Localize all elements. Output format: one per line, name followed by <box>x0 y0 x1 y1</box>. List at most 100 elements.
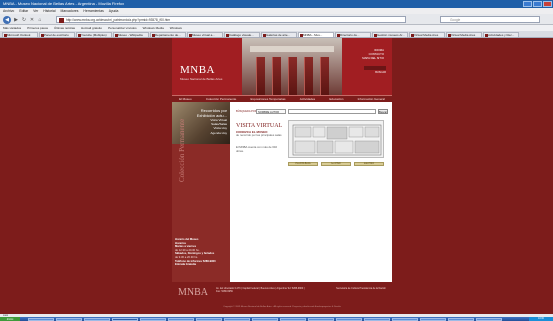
site-favicon-icon <box>59 18 64 23</box>
footer-sponsor: Secretaría de Cultura Presidencia de la … <box>336 287 386 290</box>
tab-label: Directorio de... <box>340 33 360 37</box>
tab-favicon-icon <box>447 34 451 37</box>
taskbar-item[interactable] <box>28 317 54 321</box>
taskbar-item[interactable] <box>224 317 250 321</box>
tab-strip: Microsoft Outlook Panel de escritorio Yo… <box>0 31 553 38</box>
search-type-select[interactable]: NOMBRE AUTOR <box>256 109 286 114</box>
taskbar-item[interactable] <box>252 317 278 321</box>
taskbar-item[interactable] <box>196 317 222 321</box>
taskbar-item[interactable] <box>476 317 502 321</box>
maximize-button[interactable] <box>533 1 542 7</box>
taskbar-item[interactable] <box>168 317 194 321</box>
window-titlebar[interactable]: MNBA - Museo Nacional de Bellas Artes - … <box>0 0 553 8</box>
url-text: http://www.mnba.org.ar/descubri_patrimon… <box>66 18 171 22</box>
taskbar-item[interactable] <box>308 317 334 321</box>
floor-plan-map[interactable] <box>288 120 384 158</box>
tab-label: Museo virtual a... <box>192 33 215 37</box>
close-button[interactable] <box>543 1 552 7</box>
header-search-label[interactable]: BUSCAR <box>375 71 386 74</box>
header-links: IDIOMA CONTACTO MAPA DEL SITIO <box>362 48 384 60</box>
footer-address: Av. del Libertador 1473 | Capital Federa… <box>216 287 305 294</box>
system-clock: 10:00 <box>529 317 553 321</box>
stop-icon[interactable]: ✕ <box>29 17 35 23</box>
nav-el-museo[interactable]: El Museo <box>179 97 192 101</box>
site-container: MNBA Museo Nacional de Bellas Artes IDIO… <box>172 38 392 314</box>
nav-exposiciones[interactable]: Exposiciones Temporarias <box>251 97 286 101</box>
tab-favicon-icon <box>188 34 192 37</box>
nav-educacion[interactable]: Educación <box>329 97 343 101</box>
footer-copyright: Copyright © 2009 Museo Nacional de Bella… <box>223 306 341 308</box>
taskbar-item[interactable] <box>140 317 166 321</box>
intro-text-2: El MNBA cuenta con más de 640 obras. <box>236 145 278 153</box>
start-button[interactable]: Inicio <box>0 317 20 321</box>
navigation-toolbar: ◀ ▶ ↻ ✕ ⌂ http://www.mnba.org.ar/descubr… <box>0 14 553 25</box>
tab-favicon-icon <box>40 34 44 37</box>
tab-favicon-icon <box>373 34 377 37</box>
search-placeholder: Google <box>450 18 461 22</box>
url-bar[interactable]: http://www.mnba.org.ar/descubri_patrimon… <box>56 16 406 23</box>
search-button[interactable]: Buscar <box>378 109 388 114</box>
taskbar-item[interactable] <box>364 317 390 321</box>
site-header: MNBA Museo Nacional de Bellas Artes IDIO… <box>172 38 392 95</box>
tab-label: Youtube (Multiples) <box>81 33 107 37</box>
reload-icon[interactable]: ↻ <box>21 17 27 23</box>
tab-label: Actividades y Rec... <box>488 33 515 37</box>
tab-label: Museo - Wikipedia <box>118 33 143 37</box>
tab-label: Virtual Media Ares <box>414 33 439 37</box>
forward-icon[interactable]: ▶ <box>13 17 19 23</box>
site-footer: MNBA Av. del Libertador 1473 | Capital F… <box>172 282 392 314</box>
home-icon[interactable]: ⌂ <box>37 17 43 23</box>
collection-search-input[interactable] <box>288 109 376 114</box>
tab-label: Catálogo visuale... <box>229 33 254 37</box>
site-main-nav: El Museo Colección Permanente Exposicion… <box>172 95 392 102</box>
tab-favicon-icon <box>77 34 81 37</box>
page-viewport: MNBA Museo Nacional de Bellas Artes IDIO… <box>0 38 553 314</box>
info-label: Entrada Gratuita <box>175 263 197 267</box>
tab-label: Microsoft Outlook <box>7 33 31 37</box>
sidebar-vertical-title: Colección Permanente <box>178 118 186 182</box>
footer-logo: MNBA <box>178 287 209 298</box>
taskbar-item[interactable] <box>336 317 362 321</box>
museum-hours: Horario del Museo Horarios Martes a vier… <box>175 238 229 267</box>
taskbar-item[interactable] <box>280 317 306 321</box>
taskbar-item[interactable] <box>420 317 446 321</box>
tab-label: Gestión museos Ar... <box>377 33 405 37</box>
tab-label: Galerías de arte... <box>266 33 291 37</box>
tab-favicon-icon <box>262 34 266 37</box>
tab-favicon-icon <box>410 34 414 37</box>
tab-favicon-icon <box>484 34 488 37</box>
back-icon[interactable]: ◀ <box>3 15 11 24</box>
taskbar-item[interactable] <box>84 317 110 321</box>
window-title: MNBA - Museo Nacional de Bellas Artes - … <box>3 1 125 6</box>
floor-button-1er-piso[interactable]: 1er PISO <box>321 162 351 166</box>
taskbar-item[interactable] <box>56 317 82 321</box>
tab-label: Virtual Media Ares <box>451 33 476 37</box>
info-value: 5288-9900 <box>202 259 216 263</box>
tab-label: Panel de escritorio <box>44 33 69 37</box>
header-link-mapa[interactable]: MAPA DEL SITIO <box>362 56 384 60</box>
nav-informacion[interactable]: Información General <box>358 97 385 101</box>
search-label: BÚSQUEDA POR <box>236 110 257 113</box>
tab-favicon-icon <box>336 34 340 37</box>
intro-text: de recorrido por las principales salas <box>236 133 282 137</box>
tab-label: MNBA - Mus... <box>303 33 323 37</box>
nav-coleccion[interactable]: Colección Permanente <box>206 97 236 101</box>
floor-button-planta-baja[interactable]: PLANTA BAJA <box>288 162 318 166</box>
minimize-button[interactable] <box>523 1 532 7</box>
header-search-box[interactable] <box>364 66 386 70</box>
floor-buttons: PLANTA BAJA 1er PISO 2do PISO <box>288 162 384 167</box>
page-title: VISITA VIRTUAL <box>236 123 283 129</box>
taskbar-item[interactable] <box>448 317 474 321</box>
search-input[interactable]: Google <box>440 16 540 23</box>
taskbar-item[interactable] <box>392 317 418 321</box>
tab-favicon-icon <box>299 34 303 37</box>
floor-button-2do-piso[interactable]: 2do PISO <box>354 162 384 166</box>
museum-building-image <box>242 38 342 95</box>
nav-actividades[interactable]: Actividades <box>300 97 315 101</box>
site-logo[interactable]: MNBA <box>180 64 215 76</box>
tab-favicon-icon <box>114 34 118 37</box>
taskbar: Inicio 10:00 <box>0 317 553 321</box>
floor-plan-drawing <box>292 124 382 156</box>
taskbar-item-active[interactable] <box>112 317 138 321</box>
tab-favicon-icon <box>151 34 155 37</box>
